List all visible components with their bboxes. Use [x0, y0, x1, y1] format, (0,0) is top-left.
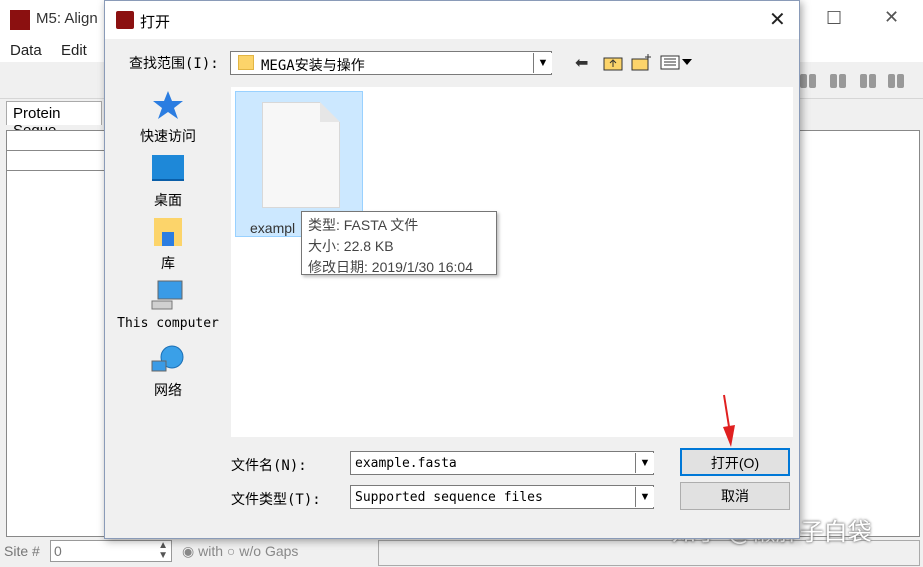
- place-label: This computer: [117, 316, 219, 331]
- menu-edit[interactable]: Edit: [61, 42, 87, 59]
- desktop-icon: [152, 155, 184, 181]
- menu-data[interactable]: Data: [10, 42, 42, 59]
- tooltip-type: 类型: FASTA 文件: [308, 217, 419, 233]
- file-tooltip: 类型: FASTA 文件 大小: 22.8 KB 修改日期: 2019/1/30…: [301, 211, 497, 275]
- place-network[interactable]: 网络: [113, 343, 223, 400]
- site-number-value: 0: [54, 543, 62, 559]
- place-label: 库: [161, 255, 175, 271]
- site-number-input[interactable]: 0 ▲ ▼: [50, 540, 172, 562]
- filetype-label: 文件类型(T):: [231, 492, 321, 508]
- radio-with-label: with: [198, 543, 224, 559]
- lookin-value: MEGA安装与操作: [261, 58, 365, 74]
- site-label: Site #: [4, 543, 40, 559]
- dialog-titlebar: 打开 ✕: [105, 1, 799, 39]
- open-button[interactable]: 打开(O): [680, 448, 790, 476]
- radio-with-icon[interactable]: ◉: [182, 543, 194, 559]
- place-label: 网络: [154, 382, 182, 398]
- chevron-down-icon[interactable]: ▼: [635, 453, 654, 473]
- chevron-down-icon[interactable]: ▼: [533, 53, 552, 73]
- place-label: 桌面: [154, 192, 182, 208]
- cancel-button[interactable]: 取消: [680, 482, 790, 510]
- view-menu-icon[interactable]: [660, 53, 694, 76]
- lookin-dropdown[interactable]: MEGA安装与操作 ▼: [230, 51, 552, 75]
- filename-input[interactable]: example.fasta ▼: [350, 451, 654, 475]
- tooltip-date: 修改日期: 2019/1/30 16:04: [308, 259, 473, 275]
- radio-without-label: w/o Gaps: [239, 543, 299, 559]
- filetype-select[interactable]: Supported sequence files ▼: [350, 485, 654, 509]
- annotation-arrow-icon: [723, 394, 735, 447]
- mega-app-icon: [10, 10, 30, 30]
- folder-icon: [238, 55, 254, 70]
- close-icon[interactable]: ✕: [884, 7, 899, 28]
- place-quick-access[interactable]: 快速访问: [113, 89, 223, 146]
- lookin-label: 查找范围(I):: [129, 56, 219, 72]
- tab-protein-sequences[interactable]: Protein Seque: [6, 101, 102, 139]
- place-this-computer[interactable]: This computer: [113, 279, 223, 331]
- filetype-value: Supported sequence files: [355, 490, 543, 505]
- filename-label: 文件名(N):: [231, 458, 307, 474]
- grid-divider: [6, 150, 116, 151]
- background-app-title: M5: Align: [36, 10, 98, 27]
- mega-dialog-icon: [116, 11, 134, 29]
- place-desktop[interactable]: 桌面: [113, 153, 223, 210]
- chevron-down-icon[interactable]: ▼: [635, 487, 654, 507]
- open-file-dialog: 打开 ✕ 查找范围(I): MEGA安装与操作 ▼ ⬅ 快速访问 桌面 库 Th…: [104, 0, 800, 539]
- close-icon[interactable]: ✕: [769, 7, 786, 32]
- computer-icon: [151, 280, 183, 310]
- maximize-icon[interactable]: ☐: [826, 8, 842, 29]
- file-name: exampl: [250, 220, 296, 236]
- library-icon: [154, 218, 182, 246]
- back-arrow-icon[interactable]: ⬅: [575, 53, 588, 73]
- gaps-radio-group[interactable]: ◉ with ○ w/o Gaps: [182, 543, 298, 560]
- toolbar-binoculars-icons[interactable]: [796, 70, 916, 92]
- star-icon: [153, 91, 183, 119]
- place-label: 快速访问: [140, 128, 196, 144]
- tooltip-size: 大小: 22.8 KB: [308, 238, 394, 254]
- up-folder-icon[interactable]: [603, 53, 623, 76]
- file-list-area[interactable]: exampl 类型: FASTA 文件 大小: 22.8 KB 修改日期: 20…: [231, 87, 793, 437]
- spin-arrows-icon[interactable]: ▲ ▼: [158, 541, 168, 561]
- network-icon: [151, 345, 184, 372]
- new-folder-icon[interactable]: [631, 53, 653, 76]
- document-icon: [262, 102, 340, 208]
- page-fold: [320, 102, 340, 122]
- grid-divider: [6, 170, 116, 171]
- radio-without-icon[interactable]: ○: [227, 543, 235, 559]
- dialog-title: 打开: [140, 14, 171, 31]
- filename-value: example.fasta: [355, 456, 457, 471]
- place-library[interactable]: 库: [113, 216, 223, 273]
